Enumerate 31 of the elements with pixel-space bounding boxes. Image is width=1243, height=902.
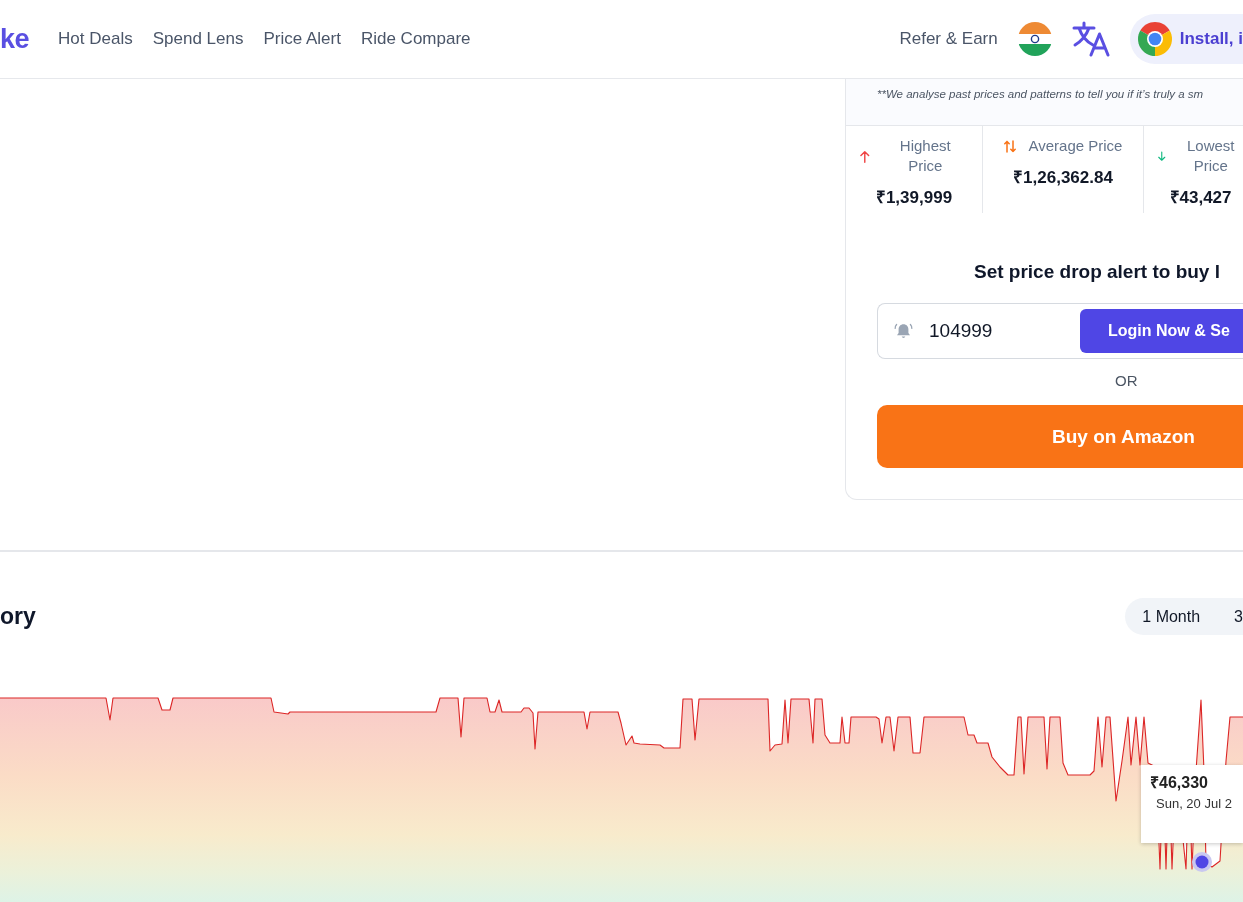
nav-link[interactable]: Hot Deals bbox=[58, 29, 133, 49]
tooltip-price: ₹46,330 bbox=[1150, 773, 1209, 793]
arrow-up-icon bbox=[860, 149, 870, 163]
install-button[interactable]: Install, i bbox=[1129, 14, 1243, 64]
data-point-icon bbox=[1192, 852, 1212, 872]
flag-icon[interactable] bbox=[1017, 22, 1052, 56]
stat-label: Highest Price bbox=[898, 136, 952, 176]
stat-label: Average Price bbox=[1028, 136, 1123, 156]
browser-icon bbox=[1137, 22, 1172, 56]
nav-link[interactable]: Price Alert bbox=[263, 29, 341, 49]
section-title: ory bbox=[0, 603, 36, 630]
nav-link[interactable]: Spend Lens bbox=[152, 29, 244, 49]
alert-heading: Set price drop alert to buy l bbox=[973, 260, 1221, 284]
range-tab[interactable]: 1 Month bbox=[1142, 607, 1201, 626]
translate-icon[interactable] bbox=[1071, 21, 1110, 57]
analysis-note: **We analyse past prices and patterns to tell you if it’s truly a sm bbox=[877, 88, 1204, 100]
up-down-arrows-icon bbox=[1003, 139, 1016, 153]
stat-value: ₹43,427 bbox=[1169, 187, 1232, 209]
stat-value: ₹1,39,999 bbox=[875, 187, 953, 209]
range-tab[interactable]: 3 bbox=[1234, 607, 1243, 626]
price-input-field[interactable]: 104999 Login Now & Se bbox=[877, 303, 1243, 359]
login-button[interactable]: Login Now & Se bbox=[1080, 309, 1243, 353]
logo[interactable]: ke bbox=[0, 23, 30, 55]
nav-link[interactable]: Ride Compare bbox=[360, 29, 471, 49]
or-separator: OR bbox=[1115, 372, 1138, 389]
tooltip-date: Sun, 20 Jul 2 bbox=[1155, 795, 1233, 813]
arrow-down-icon bbox=[1158, 149, 1166, 163]
stat-label: Lowest Price bbox=[1186, 136, 1236, 176]
stat-value: ₹1,26,362.84 bbox=[1013, 167, 1113, 189]
bell-icon bbox=[894, 322, 913, 340]
refer-link[interactable]: Refer & Earn bbox=[899, 29, 998, 49]
